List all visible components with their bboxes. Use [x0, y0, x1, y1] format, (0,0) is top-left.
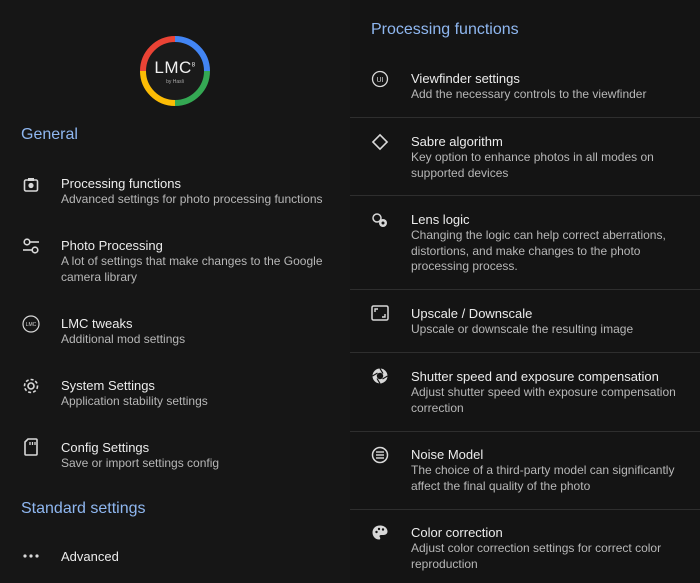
divider [350, 352, 700, 353]
page-title: Processing functions [371, 21, 519, 38]
logo-subtext: by Hasli [166, 79, 184, 85]
menu-item-desc: Upscale or downscale the resulting image [411, 322, 634, 336]
menu-item-desc: Adjust shutter speed with exposure compe… [411, 385, 676, 415]
lens-icon [370, 210, 390, 230]
menu-item-upscale-downscale[interactable]: Upscale / Downscale Upscale or downscale… [350, 302, 700, 346]
menu-item-title: Photo Processing [61, 238, 163, 253]
sd-card-icon [21, 437, 41, 457]
menu-item-lens-logic[interactable]: Lens logic Changing the logic can help c… [350, 208, 700, 282]
menu-item-shutter-speed[interactable]: Shutter speed and exposure compensation … [350, 366, 700, 424]
resize-icon [370, 303, 390, 323]
diamond-icon [370, 132, 390, 152]
menu-item-title: Processing functions [61, 176, 181, 191]
tune-icon [21, 236, 41, 256]
noise-list-icon [370, 445, 390, 465]
menu-item-desc: Application stability settings [61, 394, 208, 408]
section-title-standard-settings: Standard settings [21, 500, 146, 517]
palette-icon [370, 523, 390, 543]
menu-item-title: Upscale / Downscale [411, 306, 533, 321]
more-horizontal-icon [21, 546, 41, 566]
menu-item-noise-model[interactable]: Noise Model The choice of a third-party … [350, 444, 700, 502]
menu-item-title: LMC tweaks [61, 316, 133, 331]
svg-text:UI: UI [377, 77, 384, 84]
svg-text:LMC: LMC [26, 322, 37, 328]
menu-item-desc: Additional mod settings [61, 332, 186, 346]
menu-item-config-settings[interactable]: Config Settings Save or import settings … [0, 436, 350, 476]
divider [350, 195, 700, 196]
menu-item-desc: Changing the logic can help correct aber… [411, 228, 666, 273]
divider [350, 509, 700, 510]
menu-item-desc: Add the necessary controls to the viewfi… [411, 87, 647, 101]
menu-item-color-correction[interactable]: Color correction Adjust color correction… [350, 522, 700, 578]
divider [350, 431, 700, 432]
menu-item-desc: Save or import settings config [61, 456, 220, 470]
menu-item-lmc-tweaks[interactable]: LMC LMC tweaks Additional mod settings [0, 312, 350, 352]
viewfinder-ui-icon: UI [370, 69, 390, 89]
menu-item-title: Color correction [411, 525, 503, 540]
camera-icon [21, 175, 41, 195]
menu-item-title: Shutter speed and exposure compensation [411, 369, 659, 384]
divider [350, 117, 700, 118]
settings-main-pane: LMC8 by Hasli General Processing functio… [0, 0, 350, 583]
divider [350, 289, 700, 290]
menu-item-photo-processing[interactable]: Photo Processing A lot of settings that … [0, 234, 350, 286]
app-logo: LMC8 by Hasli [140, 36, 210, 106]
shutter-icon [370, 366, 390, 386]
menu-item-sabre-algorithm[interactable]: Sabre algorithm Key option to enhance ph… [350, 130, 700, 188]
section-title-general: General [21, 126, 78, 143]
menu-item-system-settings[interactable]: System Settings Application stability se… [0, 374, 350, 414]
menu-item-title: Sabre algorithm [411, 134, 503, 149]
menu-item-desc: Adjust color correction settings for cor… [411, 541, 662, 571]
processing-functions-pane: Processing functions UI Viewfinder setti… [350, 0, 700, 583]
menu-item-title: Config Settings [61, 440, 150, 455]
menu-item-title: Lens logic [411, 212, 470, 227]
menu-item-title: Advanced [61, 549, 119, 564]
logo-text: LMC8 [154, 58, 196, 77]
menu-item-title: System Settings [61, 378, 155, 393]
menu-item-title: Noise Model [411, 447, 484, 462]
menu-item-viewfinder-settings[interactable]: UI Viewfinder settings Add the necessary… [350, 66, 700, 114]
menu-item-processing-functions[interactable]: Processing functions Advanced settings f… [0, 172, 350, 218]
gear-icon [21, 376, 41, 396]
menu-item-desc: Advanced settings for photo processing f… [61, 192, 323, 206]
menu-item-advanced[interactable]: Advanced [0, 546, 350, 570]
menu-item-desc: The choice of a third-party model can si… [411, 463, 675, 493]
lmc-badge-icon: LMC [21, 314, 41, 334]
menu-item-desc: A lot of settings that make changes to t… [61, 254, 323, 284]
menu-item-desc: Key option to enhance photos in all mode… [411, 150, 654, 180]
menu-item-title: Viewfinder settings [411, 71, 520, 86]
